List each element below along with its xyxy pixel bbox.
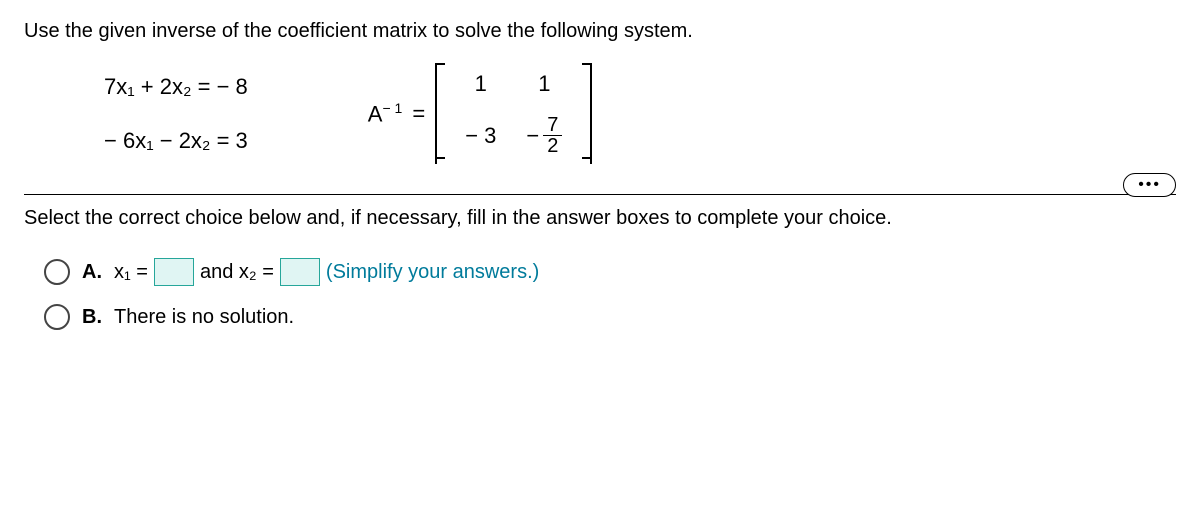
equation-2: − 6x₁ − 2x₂ = 3 <box>104 128 248 154</box>
choice-b-text: There is no solution. <box>114 306 294 329</box>
matrix-cell-11: 1 <box>465 71 496 97</box>
equation-1: 7x₁ + 2x₂ = − 8 <box>104 74 248 100</box>
bracket-right <box>578 63 592 164</box>
choice-b: B. There is no solution. <box>44 304 1176 330</box>
choices: A. x₁ = and x₂ = (Simplify your answers.… <box>44 258 1176 330</box>
equation-system: 7x₁ + 2x₂ = − 8 − 6x₁ − 2x₂ = 3 <box>104 74 248 154</box>
choice-a: A. x₁ = and x₂ = (Simplify your answers.… <box>44 258 1176 286</box>
matrix-cell-22: − 7 2 <box>526 115 562 156</box>
more-options-button[interactable]: ••• <box>1123 173 1176 197</box>
simplify-hint: (Simplify your answers.) <box>326 261 539 284</box>
radio-a[interactable] <box>44 259 70 285</box>
inverse-matrix-section: A− 1 = 1 1 − 3 − 7 2 <box>368 63 593 164</box>
choice-a-label: A. <box>82 261 102 284</box>
matrix-cell-12: 1 <box>526 71 562 97</box>
radio-b[interactable] <box>44 304 70 330</box>
matrix: 1 1 − 3 − 7 2 <box>435 63 592 164</box>
answer-box-x2[interactable] <box>280 258 320 286</box>
choice-a-x1: x₁ = <box>114 261 148 284</box>
equals-sign: = <box>412 101 425 127</box>
bracket-left <box>435 63 449 164</box>
choice-a-and: and x₂ = <box>200 261 274 284</box>
problem-row: 7x₁ + 2x₂ = − 8 − 6x₁ − 2x₂ = 3 A− 1 = 1… <box>104 63 1176 164</box>
choice-b-label: B. <box>82 306 102 329</box>
answer-box-x1[interactable] <box>154 258 194 286</box>
matrix-label: A− 1 <box>368 100 403 127</box>
instruction-text: Select the correct choice below and, if … <box>24 207 1176 230</box>
question-text: Use the given inverse of the coefficient… <box>24 20 1176 43</box>
matrix-cell-21: − 3 <box>465 123 496 149</box>
